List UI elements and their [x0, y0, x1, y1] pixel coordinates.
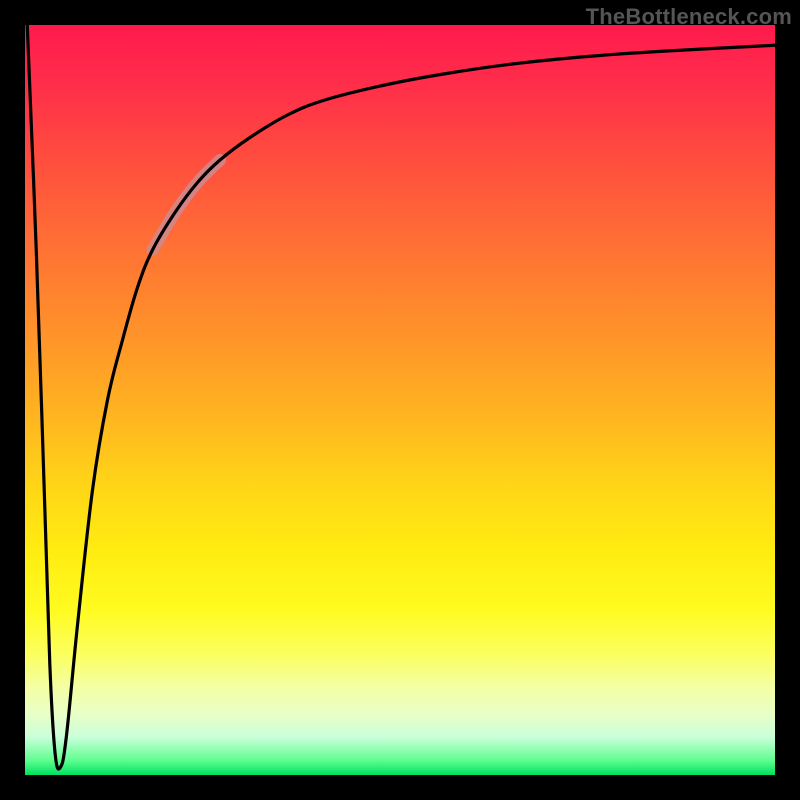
- bottleneck-curve: [27, 25, 775, 769]
- curve-layer: [25, 25, 775, 775]
- watermark-text: TheBottleneck.com: [586, 4, 792, 30]
- chart-frame: TheBottleneck.com: [0, 0, 800, 800]
- curve-highlight: [153, 160, 221, 250]
